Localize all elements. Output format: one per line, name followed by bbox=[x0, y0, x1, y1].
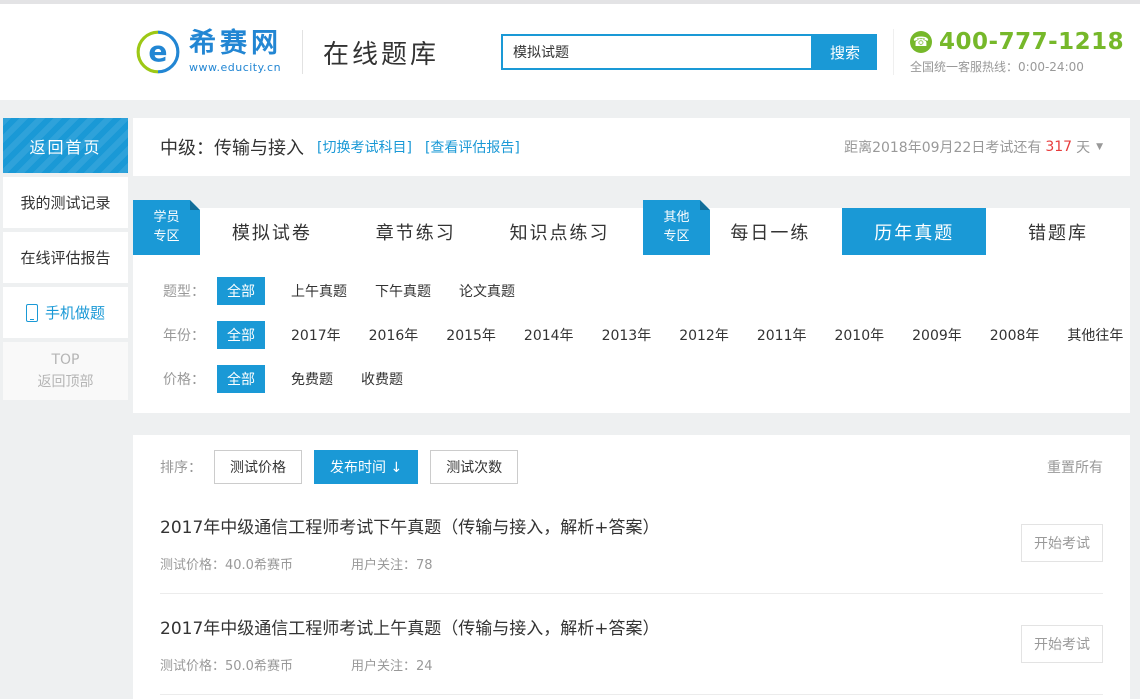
hotline-block: ☎ 400-777-1218 全国统一客服热线：0:00-24:00 bbox=[893, 29, 1124, 75]
sort-desc-arrow-icon: ↓ bbox=[390, 460, 402, 476]
filter-option-all[interactable]: 全部 bbox=[217, 365, 265, 393]
page-title: 在线题库 bbox=[323, 34, 439, 71]
member-zone-tag[interactable]: 学员 专区 bbox=[133, 200, 200, 255]
exam-list-card: 排序： 测试价格 发布时间 ↓ 测试次数 重置所有 2017年中级通信工程师考试… bbox=[133, 435, 1130, 699]
content-column: 中级：传输与接入 [切换考试科目] [查看评估报告] 距离2018年09月22日… bbox=[133, 118, 1130, 699]
exam-title[interactable]: 2017年中级通信工程师考试上午真题（传输与接入，解析+答案） bbox=[160, 614, 1021, 639]
switch-subject-link[interactable]: [切换考试科目] bbox=[317, 137, 412, 157]
sidebar-records-label: 我的测试记录 bbox=[20, 192, 110, 213]
exam-list-item: 2016年中级通信工程师考试下午真题（传输与接入，解析+答案） 测试价格：50.… bbox=[160, 694, 1103, 699]
sort-by-price-button[interactable]: 测试价格 bbox=[214, 450, 302, 484]
filter-option-year-2017[interactable]: 2017年 bbox=[291, 325, 341, 345]
header-divider bbox=[302, 30, 303, 74]
site-logo[interactable]: e 希赛网 www.educity.cn bbox=[135, 29, 282, 75]
other-zone-tag[interactable]: 其他 专区 bbox=[643, 200, 710, 255]
filter-option-year-2014[interactable]: 2014年 bbox=[524, 325, 574, 345]
filter-option-year-2008[interactable]: 2008年 bbox=[990, 325, 1040, 345]
filter-label: 价格： bbox=[163, 369, 217, 389]
brand-text: 希赛网 www.educity.cn bbox=[189, 30, 282, 74]
sort-label: 排序： bbox=[160, 457, 202, 477]
filter-option-year-2012[interactable]: 2012年 bbox=[679, 325, 729, 345]
filter-option-paid[interactable]: 收费题 bbox=[361, 369, 403, 389]
exam-followers: 用户关注：24 bbox=[351, 655, 433, 674]
filter-option-year-2016[interactable]: 2016年 bbox=[369, 325, 419, 345]
tab-past-papers-active[interactable]: 历年真题 bbox=[842, 208, 986, 255]
exam-followers: 用户关注：78 bbox=[351, 554, 433, 573]
search-button[interactable]: 搜索 bbox=[813, 34, 877, 70]
filter-row-year: 年份： 全部 2017年 2016年 2015年 2014年 2013年 201… bbox=[133, 313, 1130, 357]
sidebar-mobile-label: 手机做题 bbox=[45, 302, 105, 323]
exam-list-item: 2017年中级通信工程师考试下午真题（传输与接入，解析+答案） 测试价格：40.… bbox=[160, 493, 1103, 593]
sidebar-item-home[interactable]: 返回首页 bbox=[3, 118, 128, 173]
countdown-days: 317 bbox=[1045, 139, 1072, 155]
sort-by-test-count-button[interactable]: 测试次数 bbox=[430, 450, 518, 484]
sort-by-publish-time-button[interactable]: 发布时间 ↓ bbox=[314, 450, 418, 484]
exam-list-item: 2017年中级通信工程师考试上午真题（传输与接入，解析+答案） 测试价格：50.… bbox=[160, 593, 1103, 694]
brand-site-url: www.educity.cn bbox=[189, 61, 282, 74]
countdown-caret-icon[interactable]: ▼ bbox=[1096, 142, 1103, 152]
filter-row-price: 价格： 全部 免费题 收费题 bbox=[133, 357, 1130, 401]
start-exam-button[interactable]: 开始考试 bbox=[1021, 625, 1103, 663]
main-area: 返回首页 我的测试记录 在线评估报告 手机做题 TOP 返回顶部 中级：传输与接… bbox=[0, 100, 1140, 699]
view-report-link[interactable]: [查看评估报告] bbox=[425, 137, 520, 157]
exam-title[interactable]: 2017年中级通信工程师考试下午真题（传输与接入，解析+答案） bbox=[160, 513, 1021, 538]
tab-knowledge-practice[interactable]: 知识点练习 bbox=[488, 208, 632, 255]
hotline-number: 400-777-1218 bbox=[939, 29, 1124, 55]
filter-panel: 题型： 全部 上午真题 下午真题 论文真题 年份： 全部 2017年 2016年… bbox=[133, 255, 1130, 413]
search-input[interactable] bbox=[501, 34, 813, 70]
filter-label: 年份： bbox=[163, 325, 217, 345]
tab-bar: 模拟试卷 章节练习 知识点练习 每日一练 历年真题 错题库 bbox=[133, 208, 1130, 255]
tab-chapter-practice[interactable]: 章节练习 bbox=[344, 208, 488, 255]
search-bar: 搜索 bbox=[501, 34, 877, 70]
sidebar-item-test-records[interactable]: 我的测试记录 bbox=[3, 177, 128, 228]
countdown-prefix: 距离2018年09月22日考试还有 bbox=[844, 137, 1041, 157]
start-exam-button[interactable]: 开始考试 bbox=[1021, 524, 1103, 562]
sidebar-home-label: 返回首页 bbox=[29, 134, 101, 158]
back-to-top-label-cn: 返回顶部 bbox=[38, 371, 94, 393]
filter-label: 题型： bbox=[163, 281, 217, 301]
back-to-top-label-en: TOP bbox=[51, 349, 79, 371]
filter-row-question-type: 题型： 全部 上午真题 下午真题 论文真题 bbox=[133, 269, 1130, 313]
sidebar: 返回首页 我的测试记录 在线评估报告 手机做题 TOP 返回顶部 bbox=[3, 118, 128, 404]
exam-countdown: 距离2018年09月22日考试还有 317 天 ▼ bbox=[844, 137, 1103, 157]
subject-title: 中级：传输与接入 bbox=[160, 134, 304, 160]
svg-text:e: e bbox=[148, 35, 167, 68]
filter-option-all[interactable]: 全部 bbox=[217, 277, 265, 305]
hotline-caption: 全国统一客服热线：0:00-24:00 bbox=[910, 58, 1124, 75]
tab-mock-papers[interactable]: 模拟试卷 bbox=[200, 208, 344, 255]
tabs-row: 模拟试卷 章节练习 知识点练习 每日一练 历年真题 错题库 bbox=[133, 200, 1130, 255]
back-to-top-button[interactable]: TOP 返回顶部 bbox=[3, 342, 128, 400]
tab-wrong-questions[interactable]: 错题库 bbox=[986, 208, 1130, 255]
exam-price: 测试价格：40.0希赛币 bbox=[160, 554, 293, 573]
filter-option-morning[interactable]: 上午真题 bbox=[291, 281, 347, 301]
countdown-suffix: 天 bbox=[1076, 137, 1090, 157]
filter-option-essay[interactable]: 论文真题 bbox=[459, 281, 515, 301]
phone-icon: ☎ bbox=[910, 31, 932, 53]
filter-option-year-2011[interactable]: 2011年 bbox=[757, 325, 807, 345]
site-header: e 希赛网 www.educity.cn 在线题库 搜索 ☎ 400-777-1… bbox=[0, 4, 1140, 100]
sidebar-report-label: 在线评估报告 bbox=[20, 247, 110, 268]
sort-row: 排序： 测试价格 发布时间 ↓ 测试次数 重置所有 bbox=[160, 435, 1103, 493]
subject-bar: 中级：传输与接入 [切换考试科目] [查看评估报告] 距离2018年09月22日… bbox=[133, 118, 1130, 176]
mobile-phone-icon bbox=[26, 304, 38, 322]
brand-name: 希赛网 bbox=[189, 30, 282, 57]
sidebar-item-mobile-practice[interactable]: 手机做题 bbox=[3, 287, 128, 338]
filter-option-year-2009[interactable]: 2009年 bbox=[912, 325, 962, 345]
sidebar-item-evaluation-report[interactable]: 在线评估报告 bbox=[3, 232, 128, 283]
logo-e-icon: e bbox=[135, 29, 181, 75]
filter-option-year-2015[interactable]: 2015年 bbox=[446, 325, 496, 345]
filter-option-afternoon[interactable]: 下午真题 bbox=[375, 281, 431, 301]
filter-option-year-other[interactable]: 其他往年 bbox=[1067, 325, 1123, 345]
tab-daily-practice[interactable]: 每日一练 bbox=[698, 208, 842, 255]
exam-price: 测试价格：50.0希赛币 bbox=[160, 655, 293, 674]
filter-option-free[interactable]: 免费题 bbox=[291, 369, 333, 389]
filter-option-year-2010[interactable]: 2010年 bbox=[834, 325, 884, 345]
filter-option-year-2013[interactable]: 2013年 bbox=[602, 325, 652, 345]
reset-all-button[interactable]: 重置所有 bbox=[1047, 457, 1103, 477]
filter-option-all[interactable]: 全部 bbox=[217, 321, 265, 349]
